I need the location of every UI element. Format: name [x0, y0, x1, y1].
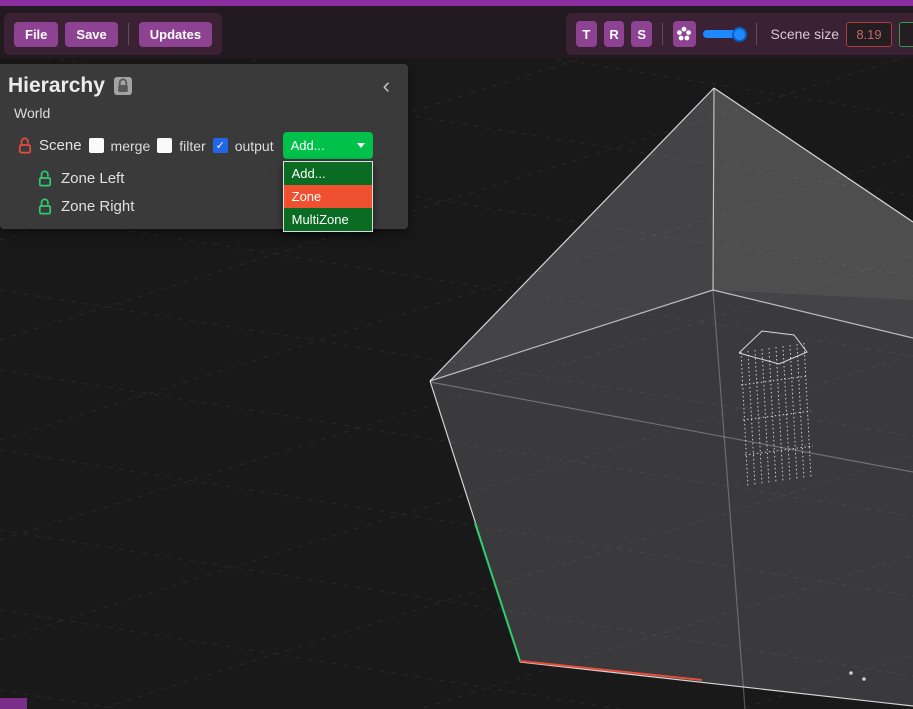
merge-checkbox-label: merge [111, 138, 151, 154]
scene-unlock-icon[interactable] [18, 137, 32, 154]
save-button[interactable]: Save [65, 22, 117, 47]
rotate-mode-button[interactable]: R [604, 21, 625, 47]
toolbar-right: T R S Scene size 8.19 2 [566, 13, 913, 55]
filter-checkbox-label: filter [179, 138, 205, 154]
flower-icon-button[interactable] [673, 21, 696, 47]
zone-right-label: Zone Right [61, 198, 134, 215]
scale-mode-button[interactable]: S [631, 21, 652, 47]
zoom-slider[interactable] [703, 30, 746, 38]
dropdown-option-zone[interactable]: Zone [284, 185, 372, 208]
hierarchy-title: Hierarchy [8, 74, 105, 98]
scene-size-value[interactable]: 8.19 [846, 22, 892, 47]
panel-lock-icon[interactable] [113, 76, 133, 96]
add-select-wrap: Add... Add... Zone MultiZone [283, 132, 373, 159]
filter-checkbox[interactable] [157, 138, 172, 153]
output-checkbox-label: output [235, 138, 274, 154]
add-dropdown-menu: Add... Zone MultiZone [283, 161, 373, 232]
scene-row[interactable]: Scene merge filter ✓ output Add... Add..… [0, 123, 408, 159]
toolbar-separator [128, 23, 129, 45]
output-checkbox[interactable]: ✓ [213, 138, 228, 153]
merge-checkbox[interactable] [89, 138, 104, 153]
toolbar-separator [662, 23, 663, 45]
zone-left-label: Zone Left [61, 170, 124, 187]
dropdown-option-multizone[interactable]: MultiZone [284, 208, 372, 231]
file-button[interactable]: File [14, 22, 58, 47]
toolbar-left: File Save Updates [4, 13, 222, 55]
toolbar-separator [756, 23, 757, 45]
top-accent-strip [0, 0, 913, 6]
hierarchy-title-row: Hierarchy ‹ [0, 64, 408, 100]
collapse-panel-chevron[interactable]: ‹ [383, 75, 390, 97]
world-label: World [0, 100, 408, 123]
zone-right-unlock-icon[interactable] [38, 198, 52, 215]
scene-size-label: Scene size [771, 26, 839, 42]
dropdown-option-add[interactable]: Add... [284, 162, 372, 185]
updates-button[interactable]: Updates [139, 22, 212, 47]
chevron-down-icon [357, 143, 365, 148]
zone-left-unlock-icon[interactable] [38, 170, 52, 187]
topbar: File Save Updates T R S Scene s [0, 0, 913, 58]
hierarchy-panel: Hierarchy ‹ World Scene merge filter ✓ o… [0, 64, 408, 229]
clipped-value-box[interactable]: 2 [899, 22, 913, 47]
bottom-left-accent [0, 698, 27, 709]
add-select-value: Add... [291, 138, 325, 153]
slider-knob[interactable] [732, 27, 747, 42]
check-icon: ✓ [216, 139, 225, 152]
flower-icon [676, 26, 692, 42]
scene-label: Scene [39, 137, 82, 154]
translate-mode-button[interactable]: T [576, 21, 597, 47]
add-select[interactable]: Add... [283, 132, 373, 159]
